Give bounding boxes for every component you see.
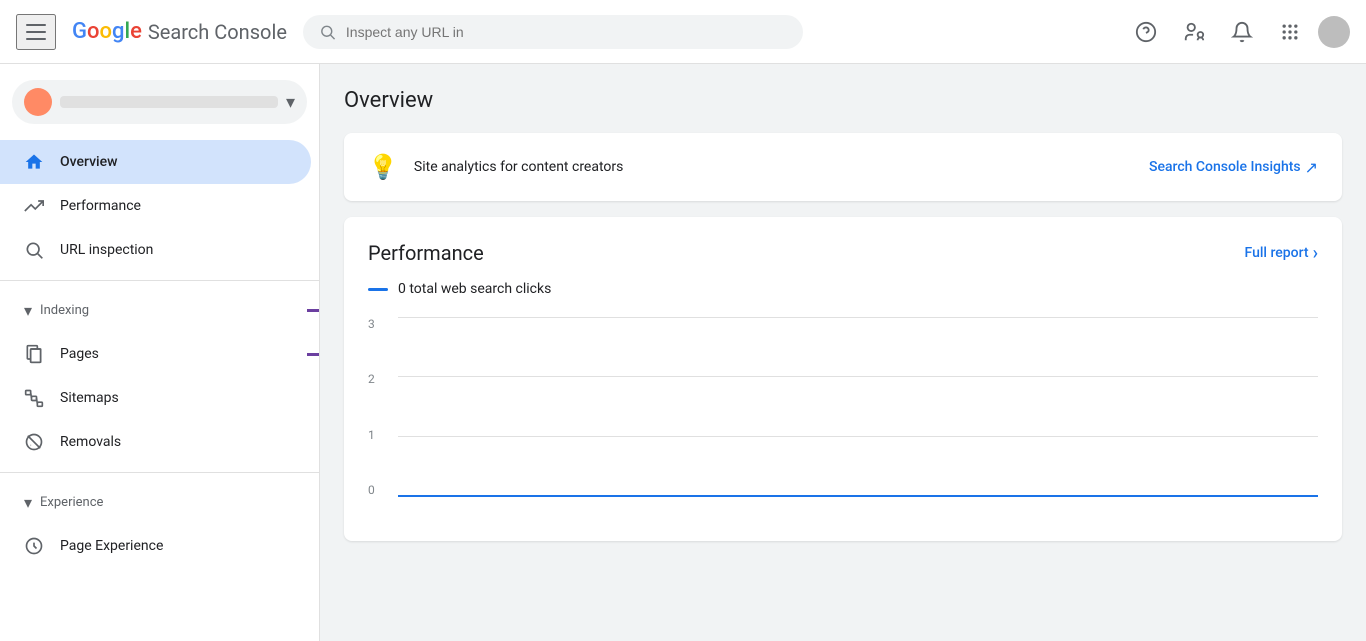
indexing-section[interactable]: ▾ Indexing — [0, 289, 319, 332]
performance-label: Performance — [60, 198, 141, 214]
perf-metric: 0 total web search clicks — [368, 281, 1318, 297]
sidebar-item-performance[interactable]: Performance — [0, 184, 311, 228]
url-inspection-label: URL inspection — [60, 242, 153, 258]
indexing-label: Indexing — [40, 303, 89, 318]
trending-up-icon — [24, 196, 44, 216]
page-experience-icon — [24, 536, 44, 556]
property-avatar — [24, 88, 52, 116]
sidebar-item-sitemaps[interactable]: Sitemaps — [0, 376, 311, 420]
pages-label: Pages — [60, 346, 99, 362]
y-label-1: 1 — [368, 428, 375, 442]
admin-button[interactable] — [1174, 12, 1214, 52]
apps-button[interactable] — [1270, 12, 1310, 52]
divider-2 — [0, 472, 319, 473]
y-label-3: 3 — [368, 317, 375, 331]
insight-text: Site analytics for content creators — [414, 159, 623, 175]
sitemaps-icon — [24, 388, 44, 408]
search-icon — [319, 23, 336, 41]
pages-item-wrapper: Pages — [0, 332, 319, 376]
insight-card: 💡 Site analytics for content creators Se… — [344, 133, 1342, 201]
search-input[interactable] — [346, 24, 787, 40]
chevron-right-icon: › — [1313, 243, 1318, 264]
removals-label: Removals — [60, 434, 121, 450]
sidebar: ▾ Overview Performance — [0, 64, 320, 641]
main-layout: ▾ Overview Performance — [0, 64, 1366, 641]
help-button[interactable] — [1126, 12, 1166, 52]
indexing-section-wrapper: ▾ Indexing — [0, 289, 319, 332]
perf-header: Performance Full report › — [368, 241, 1318, 265]
chevron-down-icon: ▾ — [286, 92, 295, 113]
page-title: Overview — [344, 88, 1342, 113]
menu-button[interactable] — [16, 14, 56, 50]
lightbulb-icon: 💡 — [368, 153, 398, 181]
logo: Google Search Console — [72, 19, 287, 44]
page-experience-label: Page Experience — [60, 538, 163, 554]
property-name — [60, 96, 278, 108]
help-icon — [1135, 21, 1157, 43]
full-report-link[interactable]: Full report › — [1245, 243, 1318, 264]
sidebar-item-url-inspection[interactable]: URL inspection — [0, 228, 311, 272]
sidebar-item-pages[interactable]: Pages — [0, 332, 311, 376]
apps-icon — [1280, 22, 1300, 42]
chevron-down-icon-2: ▾ — [24, 493, 32, 512]
sidebar-item-page-experience[interactable]: Page Experience — [0, 524, 311, 568]
insight-left: 💡 Site analytics for content creators — [368, 153, 623, 181]
admin-icon — [1183, 21, 1205, 43]
y-label-0: 0 — [368, 483, 375, 497]
notifications-button[interactable] — [1222, 12, 1262, 52]
chart-y-labels: 3 2 1 0 — [368, 317, 383, 497]
avatar[interactable] — [1318, 16, 1350, 48]
sitemaps-label: Sitemaps — [60, 390, 119, 406]
divider-1 — [0, 280, 319, 281]
sidebar-item-removals[interactable]: Removals — [0, 420, 311, 464]
y-label-2: 2 — [368, 372, 375, 386]
experience-section[interactable]: ▾ Experience — [0, 481, 319, 524]
external-link-icon: ↗ — [1305, 158, 1318, 177]
metric-line-indicator — [368, 288, 388, 291]
property-selector[interactable]: ▾ — [12, 80, 307, 124]
chevron-down-icon: ▾ — [24, 301, 32, 320]
pages-icon — [24, 344, 44, 364]
grid-line-2 — [398, 376, 1318, 377]
grid-line-1 — [398, 436, 1318, 437]
grid-line-3 — [398, 317, 1318, 318]
bell-icon — [1231, 21, 1253, 43]
chart-area: 3 2 1 0 — [368, 317, 1318, 517]
chart-inner — [398, 317, 1318, 497]
main-content: Overview 💡 Site analytics for content cr… — [320, 64, 1366, 641]
chart-baseline — [398, 495, 1318, 497]
metric-label: 0 total web search clicks — [398, 281, 551, 297]
header-icons — [1126, 12, 1350, 52]
url-search-icon — [24, 240, 44, 260]
performance-card: Performance Full report › 0 total web se… — [344, 217, 1342, 541]
search-bar[interactable] — [303, 15, 803, 49]
experience-label: Experience — [40, 495, 103, 510]
perf-title: Performance — [368, 241, 484, 265]
home-icon — [24, 152, 44, 172]
insights-link-label: Search Console Insights — [1149, 159, 1301, 175]
header: Google Search Console — [0, 0, 1366, 64]
removals-icon — [24, 432, 44, 452]
sidebar-item-overview[interactable]: Overview — [0, 140, 311, 184]
overview-label: Overview — [60, 154, 117, 170]
google-logo: Google — [72, 19, 142, 44]
search-console-insights-link[interactable]: Search Console Insights ↗ — [1149, 158, 1318, 177]
full-report-label: Full report — [1245, 245, 1309, 261]
app-name: Search Console — [148, 20, 287, 44]
